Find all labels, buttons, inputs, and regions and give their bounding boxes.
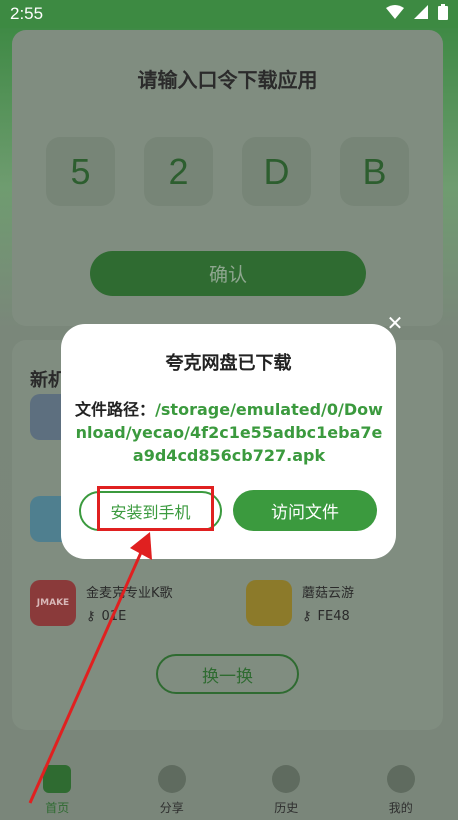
list-item[interactable]: JMAKE 金麦克专业K歌 ⚷ 01E bbox=[30, 580, 173, 626]
code-input-card: 请输入口令下载应用 5 2 D B 确认 bbox=[12, 30, 443, 326]
nav-item-history[interactable]: 历史 bbox=[229, 751, 344, 820]
confirm-button[interactable]: 确认 bbox=[90, 251, 366, 296]
nav-item-share[interactable]: 分享 bbox=[115, 751, 230, 820]
mushroom-app-icon bbox=[246, 580, 292, 626]
bottom-nav: 首页 分享 历史 我的 bbox=[0, 751, 458, 820]
nav-label: 分享 bbox=[159, 801, 184, 815]
page-title: 请输入口令下载应用 bbox=[137, 68, 318, 92]
code-char-box[interactable]: D bbox=[242, 137, 311, 206]
code-char-box[interactable]: 5 bbox=[46, 137, 115, 206]
app-name: 金麦克专业K歌 bbox=[86, 586, 173, 601]
code-char-box[interactable]: 2 bbox=[144, 137, 213, 206]
annotation-highlight-box bbox=[97, 486, 214, 531]
dialog-title: 夸克网盘已下载 bbox=[165, 353, 292, 374]
list-item[interactable]: 蘑菇云游 ⚷ FE48 bbox=[246, 580, 354, 626]
app-code: FE48 bbox=[317, 609, 350, 624]
nav-label: 首页 bbox=[45, 801, 70, 815]
clock-icon bbox=[272, 765, 301, 793]
signal-icon bbox=[414, 4, 428, 24]
nav-item-profile[interactable]: 我的 bbox=[344, 751, 458, 820]
wifi-icon bbox=[386, 4, 404, 24]
jmake-app-icon: JMAKE bbox=[30, 580, 76, 626]
swap-button[interactable]: 换一换 bbox=[156, 654, 299, 694]
key-icon: ⚷ bbox=[86, 609, 96, 624]
code-char-box[interactable]: B bbox=[340, 137, 409, 206]
key-icon: ⚷ bbox=[302, 609, 312, 624]
visit-file-button[interactable]: 访问文件 bbox=[233, 490, 377, 531]
status-bar: 2:55 bbox=[0, 0, 458, 28]
user-icon bbox=[386, 765, 415, 793]
app-name: 蘑菇云游 bbox=[302, 586, 355, 601]
app-code: 01E bbox=[101, 609, 127, 624]
status-time: 2:55 bbox=[10, 4, 44, 23]
nav-label: 我的 bbox=[388, 801, 413, 815]
compass-icon bbox=[157, 765, 186, 793]
nav-item-home[interactable]: 首页 bbox=[0, 751, 115, 820]
file-path-label: 文件路径： bbox=[75, 400, 156, 419]
battery-icon bbox=[438, 3, 448, 25]
home-icon bbox=[43, 765, 72, 793]
code-input-row: 5 2 D B bbox=[46, 137, 409, 206]
nav-label: 历史 bbox=[274, 801, 299, 815]
file-path: 文件路径：/storage/emulated/0/Download/yecao/… bbox=[75, 398, 383, 467]
